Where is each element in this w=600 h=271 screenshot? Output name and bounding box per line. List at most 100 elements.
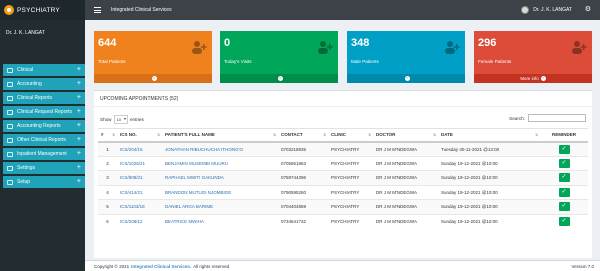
column-header[interactable]: PATIENT'S FULL NAME ⇅ <box>162 128 278 143</box>
gear-icon[interactable]: ⚙ <box>585 6 591 13</box>
stat-boxes: 644 Total Patients › 0 Today's Visits › 348 Mal… <box>94 31 592 83</box>
sidebar-item-clinical-request-reports[interactable]: Clinical Request Reports + <box>3 106 85 118</box>
table-row: 1 ICS/204/15 JONATHAN RIBUCHUCHA ITHONG'O 0… <box>98 141 588 156</box>
column-header[interactable]: # ⇅ <box>98 128 117 143</box>
cell-date: Tuesday 30-11-2021 @13:00 <box>438 141 540 156</box>
send-reminder-button[interactable]: ✓ <box>558 144 570 154</box>
stat-more-info-link[interactable]: › <box>347 74 465 83</box>
cell-name[interactable]: BRANDON MUTUGI NJOMBIGE <box>162 184 278 200</box>
cell-clinic: PSYCHIATRY <box>328 155 373 171</box>
send-reminder-button[interactable]: ✓ <box>558 158 570 168</box>
stat-box-total-patients: 644 Total Patients › <box>94 31 212 83</box>
avatar <box>521 6 530 14</box>
cell-name[interactable]: RAPHAEL MWITI GAKUNDA <box>162 170 278 185</box>
sidebar-item-accounting[interactable]: Accounting + <box>3 78 85 90</box>
stat-label: Female Patients <box>478 59 512 64</box>
stat-more-info-link[interactable]: › <box>220 74 338 83</box>
menu-item-icon <box>7 81 13 87</box>
page-length-select[interactable]: 10 <box>113 115 128 124</box>
cell-num: 2 <box>98 155 117 171</box>
stat-icon <box>572 41 587 54</box>
cell-name[interactable]: JONATHAN RIBUCHUCHA ITHONG'O <box>162 141 278 156</box>
sidebar-item-label: Setup <box>17 179 31 185</box>
table-row: 5 ICS/1103/18 DANIEL ARGA BARIME 0704404859… <box>98 199 588 214</box>
column-header[interactable]: DOCTOR ⇅ <box>373 128 438 143</box>
expand-plus-icon[interactable]: + <box>77 122 81 129</box>
cell-reminder: ✓ <box>540 184 588 200</box>
entries-label: entries <box>129 117 144 122</box>
column-header[interactable]: DATE ⇅ <box>438 128 540 143</box>
sort-icon: ⇅ <box>112 133 115 137</box>
expand-plus-icon[interactable]: + <box>77 136 81 143</box>
column-header-label: DATE <box>441 132 453 138</box>
sidebar-item-inpatient-management[interactable]: Inpatient Management + <box>3 148 85 160</box>
column-header[interactable]: CONTACT ⇅ <box>278 128 328 143</box>
stat-more-info-link[interactable]: More info › <box>474 74 592 83</box>
sidebar-item-clinical[interactable]: Clinical + <box>3 64 85 76</box>
appointments-table: # ⇅ ICS NO. ⇅ PATIENT'S FULL NAME ⇅ CONTACT ⇅ CL… <box>98 128 588 229</box>
user-menu[interactable]: Dr. J. K. LANGAT <box>521 6 572 14</box>
menu-item-icon <box>7 137 13 143</box>
cell-ics[interactable]: ICS/1103/18 <box>117 199 162 214</box>
sidebar-item-settings[interactable]: Settings + <box>3 162 85 174</box>
column-header[interactable]: REMINDER <box>540 128 588 143</box>
cell-contact: 0759744396 <box>278 170 328 185</box>
cell-name[interactable]: BENJAMIN MUSEMBI MUURU <box>162 155 278 171</box>
footer-version: Version 7.0 <box>571 263 594 269</box>
appointments-panel: UPCOMING APPOINTMENTS (52) Show 10 entri… <box>94 90 592 258</box>
menu-item-icon <box>7 179 13 185</box>
search-input[interactable] <box>528 114 586 122</box>
footer-brand-link[interactable]: Integrated Clinical Services. <box>131 264 191 269</box>
cell-name[interactable]: BEATRICE MWIHA <box>162 213 278 229</box>
column-header-label: CLINIC <box>331 132 346 138</box>
stat-label: Male Patients <box>351 59 379 64</box>
expand-plus-icon[interactable]: + <box>77 94 81 101</box>
cell-doctor: DR J M M'NDEGWA <box>373 213 438 229</box>
column-header[interactable]: ICS NO. ⇅ <box>117 128 162 143</box>
cell-ics[interactable]: ICS/208/12 <box>117 213 162 229</box>
expand-plus-icon[interactable]: + <box>77 108 81 115</box>
cell-doctor: DR J M M'NDEGWA <box>373 141 438 156</box>
cell-ics[interactable]: ICS/808/21 <box>117 170 162 185</box>
send-reminder-button[interactable]: ✓ <box>558 187 570 197</box>
brand[interactable]: PSYCHIATRY <box>0 0 85 20</box>
stat-icon <box>445 41 460 54</box>
sort-icon: ⇅ <box>433 133 436 137</box>
table-row: 2 ICS/1026/21 BENJAMIN MUSEMBI MUURU 070586… <box>98 155 588 171</box>
header-user-name: Dr. J. K. LANGAT <box>533 7 572 13</box>
cell-clinic: PSYCHIATRY <box>328 213 373 229</box>
expand-plus-icon[interactable]: + <box>77 80 81 87</box>
sidebar-item-other-clinical-reports[interactable]: Other Clinical Reports + <box>3 134 85 146</box>
column-header[interactable]: CLINIC ⇅ <box>328 128 373 143</box>
send-reminder-button[interactable]: ✓ <box>558 217 570 226</box>
send-reminder-button[interactable]: ✓ <box>558 173 570 183</box>
sidebar-item-label: Inpatient Management <box>17 151 67 157</box>
cell-name[interactable]: DANIEL ARGA BARIME <box>162 199 278 214</box>
expand-plus-icon[interactable]: + <box>77 178 81 185</box>
expand-plus-icon[interactable]: + <box>77 66 81 73</box>
arrow-circle-right-icon: › <box>404 76 410 81</box>
sidebar-item-setup[interactable]: Setup + <box>3 176 85 188</box>
cell-contact: 0705861863 <box>278 155 328 171</box>
cell-reminder: ✓ <box>540 170 588 185</box>
hamburger-menu-icon[interactable] <box>94 7 101 13</box>
sidebar-item-clinical-reports[interactable]: Clinical Reports + <box>3 92 85 104</box>
stat-more-info-link[interactable]: › <box>94 74 212 83</box>
stat-value: 0 <box>224 37 231 49</box>
send-reminder-button[interactable]: ✓ <box>558 202 570 212</box>
cell-reminder: ✓ <box>540 199 588 214</box>
cell-ics[interactable]: ICS/414/21 <box>117 184 162 200</box>
stat-label: Today's Visits <box>224 59 252 64</box>
cell-num: 1 <box>98 141 117 156</box>
sidebar-item-accounting-reports[interactable]: Accounting Reports + <box>3 120 85 132</box>
expand-plus-icon[interactable]: + <box>77 150 81 157</box>
sort-icon: ⇅ <box>157 133 160 137</box>
column-header-label: # <box>101 132 104 138</box>
sidebar-item-label: Clinical Request Reports <box>17 109 73 115</box>
stat-icon <box>192 41 207 54</box>
column-header-label: PATIENT'S FULL NAME <box>165 132 215 138</box>
expand-plus-icon[interactable]: + <box>77 164 81 171</box>
cell-ics[interactable]: ICS/1026/21 <box>117 155 162 171</box>
sort-icon: ⇅ <box>273 133 276 137</box>
cell-ics[interactable]: ICS/204/15 <box>117 141 162 156</box>
